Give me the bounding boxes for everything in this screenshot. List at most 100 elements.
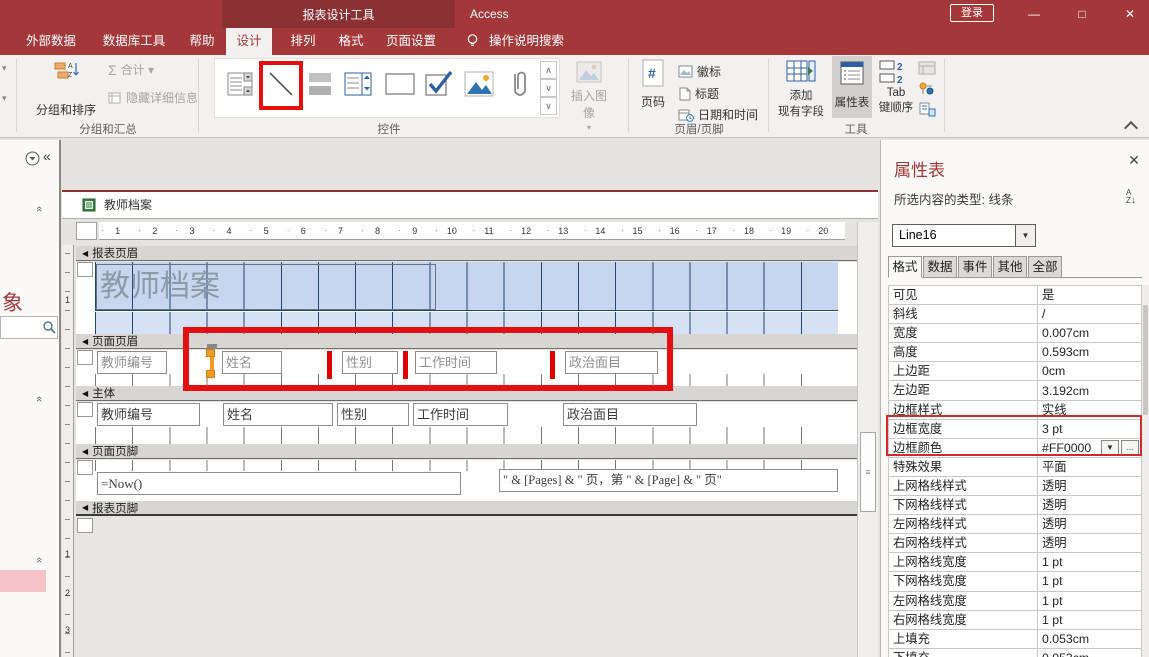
tab-external-data[interactable]: 外部数据 (18, 28, 84, 55)
gallery-more-button[interactable]: ∨ (540, 97, 557, 115)
insert-image-button[interactable]: 插入图像 ▾ (566, 61, 612, 132)
property-value[interactable]: 0.053cm (1038, 630, 1141, 648)
tab-help[interactable]: 帮助 (182, 28, 222, 55)
attachment-control[interactable] (501, 63, 537, 105)
report-footer-section[interactable] (76, 518, 858, 657)
ps-tab-event[interactable]: 事件 (958, 256, 992, 278)
red-line-control[interactable] (327, 351, 332, 379)
property-row[interactable]: 边框样式 实线 (889, 400, 1142, 420)
property-row[interactable]: 下网格线样式 透明 (889, 496, 1142, 516)
ps-tab-other[interactable]: 其他 (993, 256, 1027, 278)
shutter-bar-collapse-icon[interactable]: « (43, 148, 51, 164)
nav-pane-border[interactable] (59, 140, 61, 657)
close-button[interactable]: ✕ (1112, 0, 1148, 28)
property-row[interactable]: 右网格线宽度 1 pt (889, 610, 1142, 630)
search-icon[interactable] (42, 320, 57, 335)
toggle-button-control[interactable] (302, 63, 338, 105)
cutoff-button-top[interactable]: ▾ (2, 63, 7, 74)
property-row[interactable]: 特殊效果 平面 (889, 457, 1142, 477)
nav-selected-item[interactable] (0, 570, 46, 592)
selected-line-handle[interactable] (206, 349, 215, 357)
detail-textbox-name[interactable]: 姓名 (223, 403, 333, 426)
nav-menu-icon[interactable] (25, 151, 40, 166)
group-sort-button[interactable]: AZ 分组和排序 (26, 59, 106, 117)
document-tab[interactable]: 教师档案 (82, 196, 152, 213)
property-value[interactable]: 1 pt (1038, 553, 1141, 571)
section-bar-report-header[interactable]: ◀ 报表页眉 (76, 246, 858, 261)
property-row[interactable]: 上填充 0.053cm (889, 629, 1142, 649)
canvas-vertical-scrollbar[interactable]: ≡ (857, 222, 878, 657)
property-value[interactable]: 是 (1038, 286, 1141, 304)
property-value[interactable]: 透明 (1038, 534, 1141, 552)
object-selector-dropdown[interactable]: Line16 ▼ (892, 224, 1036, 247)
ps-tab-all[interactable]: 全部 (1028, 256, 1062, 278)
tab-database-tools[interactable]: 数据库工具 (92, 28, 176, 55)
section-bar-detail[interactable]: ◀ 主体 (76, 386, 858, 401)
property-row[interactable]: 左边距 3.192cm (889, 381, 1142, 401)
nav-search-input[interactable] (1, 317, 39, 338)
property-row[interactable]: 下网格线宽度 1 pt (889, 572, 1142, 592)
property-value[interactable]: 平面 (1038, 458, 1141, 476)
property-value[interactable]: 0.007cm (1038, 324, 1141, 342)
property-row[interactable]: 上网格线样式 透明 (889, 476, 1142, 497)
property-sheet-close-icon[interactable]: ✕ (1124, 150, 1144, 170)
property-row[interactable]: 下填充0.053cm (889, 648, 1142, 657)
list-box-control[interactable] (340, 63, 376, 105)
section-selector-box[interactable] (77, 350, 93, 365)
convert-macros-icon[interactable] (918, 101, 936, 117)
property-value[interactable]: 0cm (1038, 362, 1141, 380)
title-button[interactable]: 标题 (678, 85, 719, 102)
page-header-label-political[interactable]: 政治面目 (565, 351, 658, 374)
property-row[interactable]: 宽度 0.007cm (889, 324, 1142, 344)
gallery-scroll-up[interactable]: ∧ (540, 61, 557, 79)
scrollbar-thumb[interactable]: ≡ (860, 432, 876, 512)
property-value[interactable]: 0.593cm (1038, 343, 1141, 361)
property-value[interactable]: 3.192cm (1038, 381, 1141, 399)
page-header-label-name[interactable]: 姓名 (222, 351, 282, 374)
section-selector-box[interactable] (77, 262, 93, 277)
page-number-button[interactable]: # 页码 (634, 59, 672, 110)
collapse-ribbon-icon[interactable] (1123, 120, 1139, 136)
property-row[interactable]: 可见是 (889, 286, 1142, 306)
maximize-button[interactable]: □ (1066, 0, 1098, 28)
section-bar-page-footer[interactable]: ◀ 页面页脚 (76, 444, 858, 459)
detail-textbox-work-time[interactable]: 工作时间 (413, 403, 508, 426)
property-value[interactable]: 0.053cm (1038, 649, 1141, 657)
ruler-corner-box[interactable] (76, 222, 97, 240)
tab-format[interactable]: 格式 (330, 28, 372, 55)
property-row[interactable]: 高度 0.593cm (889, 343, 1142, 363)
page-header-label-gender[interactable]: 性别 (342, 351, 398, 374)
tab-arrange[interactable]: 排列 (282, 28, 324, 55)
view-code-icon[interactable] (918, 81, 936, 97)
property-row[interactable]: 左网格线样式 透明 (889, 515, 1142, 535)
property-value[interactable]: 1 pt (1038, 572, 1141, 590)
subform-in-new-window-icon[interactable] (918, 61, 936, 75)
detail-textbox-teacher-id[interactable]: 教师编号 (97, 403, 200, 426)
property-value[interactable]: 实线 (1038, 401, 1141, 419)
rectangle-control[interactable] (382, 63, 418, 105)
page-footer-pages-textbox[interactable]: " & [Pages] & " 页，第 " & [Page] & " 页" (499, 469, 838, 492)
scrollbar-thumb[interactable] (1143, 305, 1148, 415)
property-row[interactable]: 边框宽度 3 pt (889, 419, 1142, 439)
tab-order-button[interactable]: 22 Tab 键顺序 (874, 59, 918, 115)
section-selector-box[interactable] (77, 518, 93, 533)
report-header-grid-lower[interactable] (95, 312, 838, 334)
property-value[interactable]: 透明 (1038, 515, 1141, 533)
tab-page-setup[interactable]: 页面设置 (378, 28, 444, 55)
property-sheet-button[interactable]: 属性表 (832, 56, 872, 118)
tell-me-search[interactable]: 操作说明搜索 (489, 28, 564, 55)
report-title-label[interactable]: 教师档案 (96, 264, 436, 310)
property-value[interactable]: / (1038, 305, 1141, 323)
property-sheet-scrollbar[interactable] (1142, 285, 1149, 657)
color-builder-button[interactable]: ... (1121, 440, 1139, 456)
hide-details-button[interactable]: 隐藏详细信息 (108, 89, 198, 106)
detail-textbox-political[interactable]: 政治面目 (563, 403, 697, 426)
line-control[interactable] (263, 63, 299, 105)
property-row[interactable]: 斜线 / (889, 305, 1142, 325)
ps-tab-data[interactable]: 数据 (923, 256, 957, 278)
property-value[interactable]: 透明 (1038, 477, 1141, 495)
page-header-label-teacher-id[interactable]: 教师编号 (97, 351, 167, 374)
page-header-label-work-time[interactable]: 工作时间 (415, 351, 497, 374)
section-selector-box[interactable] (77, 460, 93, 475)
section-selector-box[interactable] (77, 402, 93, 417)
